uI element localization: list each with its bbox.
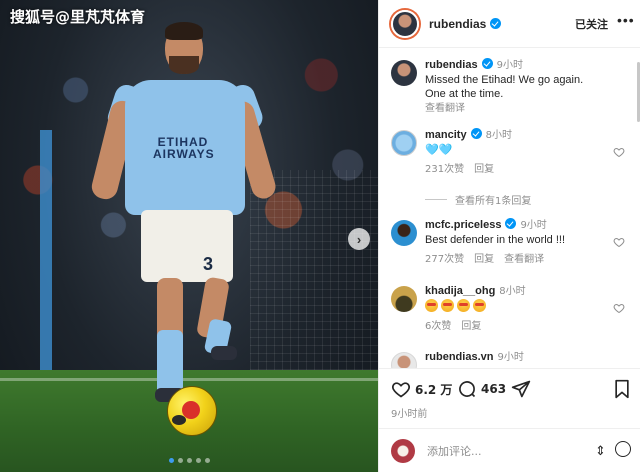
avatar[interactable] bbox=[391, 352, 417, 368]
comments-list[interactable]: rubendias 9小时 Missed the Etihad! We go ag… bbox=[379, 48, 640, 368]
right-boot bbox=[211, 346, 237, 360]
post-header: rubendias 已关注 ••• bbox=[379, 0, 640, 48]
carousel-dot[interactable] bbox=[177, 458, 183, 463]
heart-icon[interactable] bbox=[613, 236, 625, 248]
post-actions: 6.2 万 463 9小时前 bbox=[379, 368, 640, 428]
verified-icon bbox=[490, 17, 502, 29]
more-options-icon[interactable]: ••• bbox=[617, 12, 635, 28]
reply-button[interactable]: 回复 bbox=[474, 253, 494, 267]
left-sock bbox=[157, 330, 183, 396]
avatar[interactable] bbox=[391, 130, 417, 156]
save-button[interactable] bbox=[613, 379, 631, 399]
carousel-next-button[interactable]: › bbox=[348, 228, 370, 250]
add-comment-bar: 添加评论... ⇕ bbox=[379, 428, 640, 472]
comment-likes[interactable]: 231次赞 bbox=[425, 163, 464, 177]
emoji-icon bbox=[425, 299, 438, 312]
player-hair bbox=[165, 22, 203, 40]
goal-post bbox=[40, 130, 52, 370]
comment-username[interactable]: khadija__ohg bbox=[425, 285, 495, 297]
heart-icon[interactable] bbox=[613, 302, 625, 314]
carousel-dots bbox=[0, 458, 378, 463]
comment-username[interactable]: mancity bbox=[425, 129, 467, 141]
avatar bbox=[391, 438, 415, 463]
header-username[interactable]: rubendias bbox=[429, 17, 502, 31]
divider bbox=[425, 199, 447, 200]
carousel-dot[interactable] bbox=[195, 458, 201, 463]
sort-icon[interactable]: ⇕ bbox=[595, 443, 606, 459]
emoji-icon bbox=[457, 299, 470, 312]
shorts bbox=[141, 210, 233, 282]
comment-button[interactable]: 463 bbox=[457, 379, 506, 399]
caption-text: Missed the Etihad! We go again. One at t… bbox=[425, 74, 584, 100]
post-timestamp: 9小时前 bbox=[391, 409, 428, 420]
comment-likes[interactable]: 6次赞 bbox=[425, 320, 451, 334]
comment-time: 8小时 bbox=[499, 286, 526, 297]
comment-likes[interactable]: 277次赞 bbox=[425, 253, 464, 267]
comment-username[interactable]: rubendias.vn bbox=[425, 351, 493, 363]
football bbox=[167, 386, 217, 436]
player-beard bbox=[169, 56, 199, 74]
carousel-dot[interactable] bbox=[204, 458, 210, 463]
like-button[interactable]: 6.2 万 bbox=[391, 379, 452, 399]
verified-icon bbox=[505, 218, 517, 229]
comment-text: 🩵🩵 bbox=[425, 144, 453, 156]
comment-time: 9小时 bbox=[520, 220, 547, 231]
heart-icon bbox=[392, 382, 410, 398]
comment-count: 463 bbox=[481, 382, 507, 396]
comment-text: Best defender in the world !!! bbox=[425, 234, 566, 246]
verified-icon bbox=[470, 128, 482, 139]
post-photo[interactable]: ETIHAD AIRWAYS 3 搜狐号@里芃芃体育 › bbox=[0, 0, 378, 472]
chevron-right-icon: › bbox=[356, 231, 362, 247]
share-button[interactable] bbox=[511, 379, 531, 399]
reply-button[interactable]: 回复 bbox=[461, 320, 481, 334]
send-icon bbox=[511, 380, 531, 398]
carousel-dot[interactable] bbox=[186, 458, 192, 463]
emoji-icon bbox=[473, 299, 486, 312]
caption-time: 9小时 bbox=[496, 60, 523, 71]
carousel-dot[interactable] bbox=[168, 458, 174, 463]
jersey-sponsor: ETIHAD AIRWAYS bbox=[153, 135, 215, 161]
add-comment-input[interactable]: 添加评论... bbox=[427, 443, 482, 459]
emoji-icon bbox=[441, 299, 454, 312]
heart-icon[interactable] bbox=[613, 146, 625, 158]
caption-username[interactable]: rubendias bbox=[425, 59, 478, 71]
post-sidebar: rubendias 已关注 ••• rubendias 9小时 Missed th… bbox=[378, 0, 640, 472]
following-button[interactable]: 已关注 bbox=[575, 16, 608, 32]
emoji-picker-icon[interactable] bbox=[615, 441, 631, 457]
avatar[interactable] bbox=[391, 9, 419, 38]
see-translation-link[interactable]: 查看翻译 bbox=[504, 253, 544, 267]
comment-time: 8小时 bbox=[485, 130, 512, 141]
avatar[interactable] bbox=[391, 286, 417, 312]
comment-username[interactable]: mcfc.priceless bbox=[425, 219, 501, 231]
watermark: 搜狐号@里芃芃体育 bbox=[10, 8, 146, 26]
comment-time: 9小时 bbox=[497, 352, 524, 363]
reply-button[interactable]: 回复 bbox=[474, 163, 494, 177]
verified-icon bbox=[481, 58, 493, 69]
jersey-number: 3 bbox=[203, 254, 214, 274]
bookmark-icon bbox=[615, 379, 629, 399]
like-count: 6.2 万 bbox=[415, 382, 453, 397]
view-replies-label: 查看所有1条回复 bbox=[455, 196, 532, 207]
comment-text bbox=[425, 299, 605, 314]
avatar[interactable] bbox=[391, 220, 417, 246]
player-figure: ETIHAD AIRWAYS 3 bbox=[89, 20, 279, 440]
see-translation-link[interactable]: 查看翻译 bbox=[425, 103, 465, 114]
view-replies[interactable]: 查看所有1条回复 bbox=[425, 192, 531, 207]
avatar[interactable] bbox=[391, 60, 417, 86]
comment-icon bbox=[459, 381, 476, 398]
